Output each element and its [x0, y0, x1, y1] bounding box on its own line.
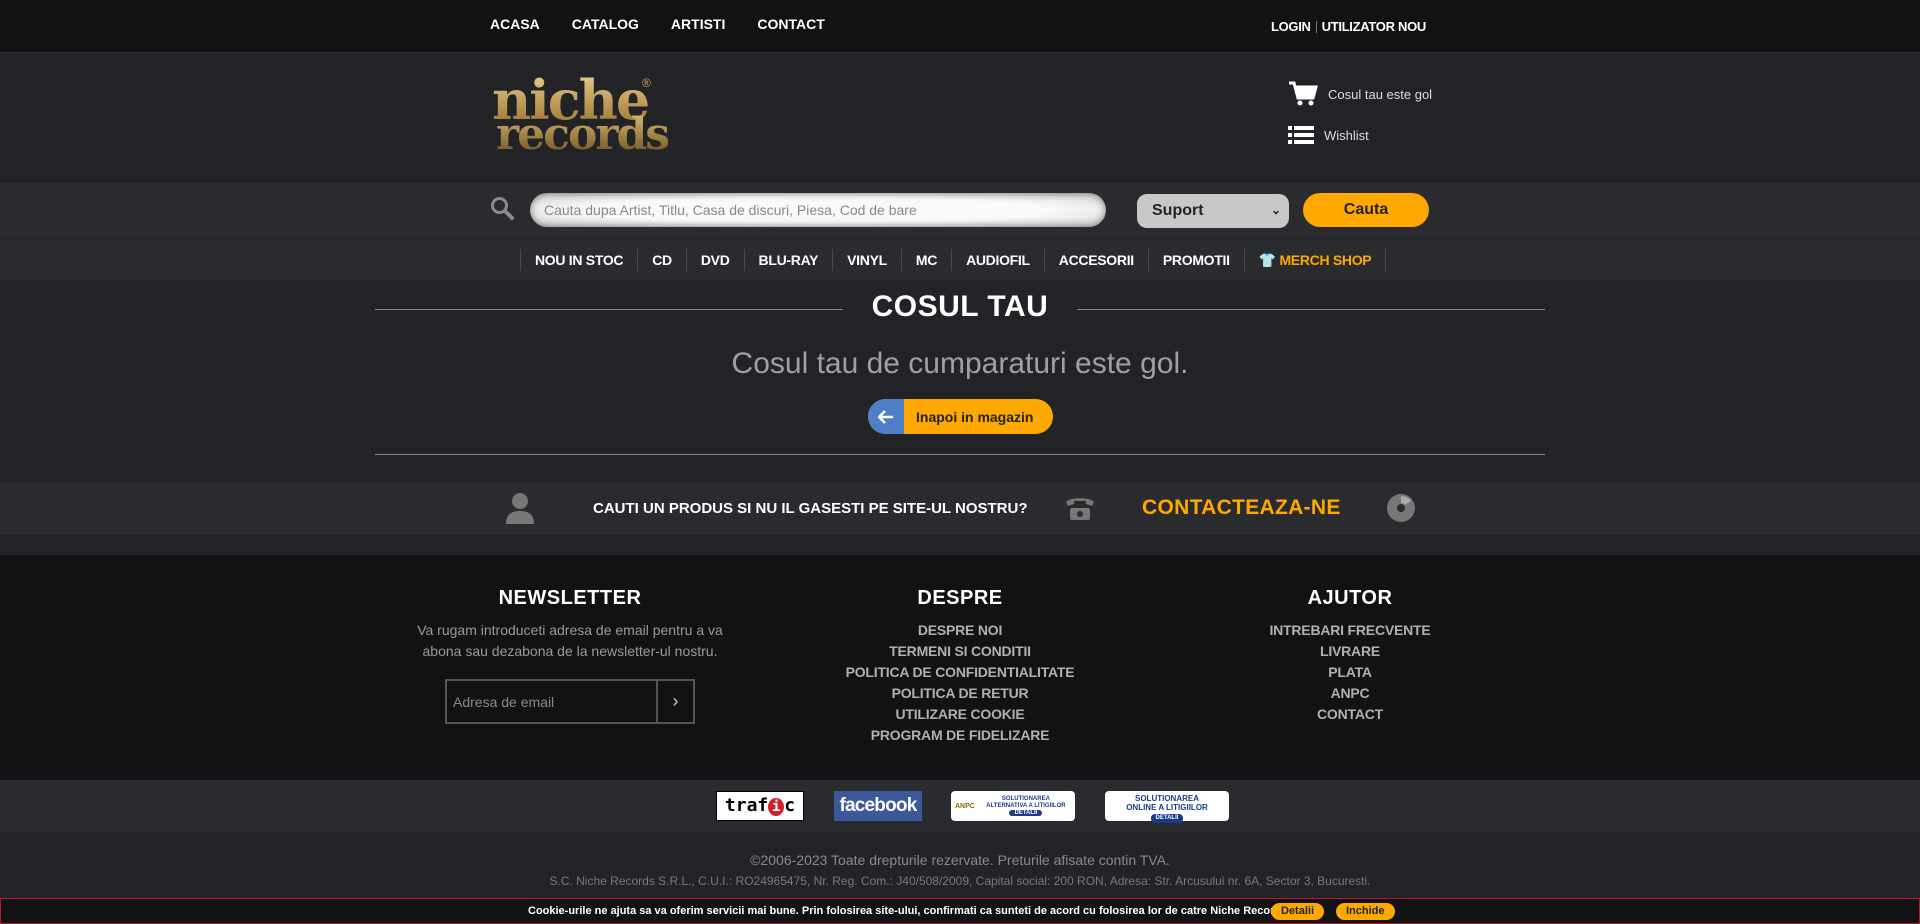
- anpc-sol-badge[interactable]: SOLUTIONAREA ONLINE A LITIGIILOR DETALII: [1105, 791, 1229, 823]
- despre-column: DESPRE DESPRE NOI TERMENI SI CONDITII PO…: [810, 587, 1110, 746]
- support-selected: Suport: [1152, 202, 1204, 219]
- trafic-badge[interactable]: traf i c: [716, 791, 804, 821]
- anpc-sal-text: SOLUTIONAREA ALTERNATIVA A LITIGIILOR: [986, 796, 1066, 809]
- list-icon: [1288, 126, 1314, 144]
- category-mc[interactable]: MC: [900, 249, 951, 271]
- footer-link-despre-noi[interactable]: DESPRE NOI: [810, 620, 1110, 641]
- anpc-sal-badge[interactable]: ANPC SOLUTIONAREA ALTERNATIVA A LITIGIIL…: [951, 791, 1075, 821]
- cookie-close-button[interactable]: Inchide: [1336, 903, 1395, 920]
- login-link[interactable]: LOGIN: [1271, 19, 1311, 34]
- back-button-label: Inapoi in magazin: [916, 408, 1034, 425]
- despre-title: DESPRE: [917, 587, 1003, 609]
- site-header: niche records ® Cosul tau este gol Wishl…: [0, 53, 1920, 183]
- cookie-text: Cookie-urile ne ajuta sa va oferim servi…: [528, 905, 1291, 917]
- anpc-sal-details: DETALII: [1009, 810, 1043, 816]
- divider: [1315, 20, 1317, 33]
- ajutor-column: AJUTOR INTREBARI FRECVENTE LIVRARE PLATA…: [1200, 587, 1500, 725]
- company-info: S.C. Niche Records S.R.L., C.U.I.: RO249…: [549, 874, 1371, 888]
- newsletter-submit-button[interactable]: ›: [656, 681, 693, 722]
- contact-question: CAUTI UN PRODUS SI NU IL GASESTI PE SITE…: [593, 500, 1028, 517]
- footer-link-plata[interactable]: PLATA: [1200, 662, 1500, 683]
- cookie-banner: Cookie-urile ne ajuta sa va oferim servi…: [0, 898, 1920, 924]
- chevron-down-icon: ⌄: [1270, 203, 1281, 217]
- anpc-logo: ANPC: [955, 802, 975, 810]
- category-blu-ray[interactable]: BLU-RAY: [743, 249, 833, 271]
- category-nav: NOU IN STOC CD DVD BLU-RAY VINYL MC AUDI…: [520, 249, 1387, 271]
- footer-link-anpc[interactable]: ANPC: [1200, 683, 1500, 704]
- cart-section: COSUL TAU Cosul tau de cumparaturi este …: [0, 280, 1920, 483]
- registered-mark: ®: [642, 76, 651, 90]
- page-title: COSUL TAU: [871, 290, 1049, 323]
- wishlist-link[interactable]: Wishlist: [1288, 125, 1369, 145]
- copyright-text: ©2006-2023 Toate drepturile rezervate. P…: [750, 852, 1170, 868]
- anpc-sol-details: DETALII: [1150, 814, 1184, 823]
- footer-link-faq[interactable]: INTREBARI FRECVENTE: [1200, 620, 1500, 641]
- footer-link-contact[interactable]: CONTACT: [1200, 704, 1500, 725]
- merch-label: MERCH SHOP: [1279, 252, 1372, 268]
- disc-icon: [1387, 494, 1415, 522]
- category-audiofil[interactable]: AUDIOFIL: [951, 249, 1044, 271]
- category-promotii[interactable]: PROMOTII: [1147, 249, 1244, 271]
- top-navigation: ACASA CATALOG ARTISTI CONTACT: [490, 16, 857, 32]
- contact-us-link[interactable]: CONTACTEAZA-NE: [1142, 496, 1341, 520]
- arrow-left-icon: [868, 399, 904, 434]
- footer-link-confidentialitate[interactable]: POLITICA DE CONFIDENTIALITATE: [810, 662, 1110, 683]
- cart-link[interactable]: Cosul tau este gol: [1288, 81, 1432, 107]
- phone-icon: [1066, 498, 1094, 520]
- tshirt-icon: 👕: [1258, 252, 1276, 268]
- copyright-section: ©2006-2023 Toate drepturile rezervate. P…: [0, 832, 1920, 898]
- trafic-text-end: c: [784, 795, 796, 816]
- nav-artisti[interactable]: ARTISTI: [671, 16, 725, 32]
- account-links: LOGIN UTILIZATOR NOU: [1271, 19, 1426, 34]
- nav-contact[interactable]: CONTACT: [757, 16, 824, 32]
- category-nou-in-stoc[interactable]: NOU IN STOC: [520, 249, 637, 271]
- trafic-text-start: traf: [724, 795, 769, 816]
- category-bar: NOU IN STOC CD DVD BLU-RAY VINYL MC AUDI…: [0, 238, 1920, 280]
- search-bar: Suport ⌄ Cauta: [0, 183, 1920, 238]
- logo-line-2: records: [496, 109, 670, 160]
- trafic-text-i: i: [768, 798, 785, 816]
- anpc-sol-text: SOLUTIONAREA ONLINE A LITIGIILOR: [1126, 794, 1208, 812]
- cart-icon: [1289, 81, 1318, 106]
- footer: NEWSLETTER Va rugam introduceti adresa d…: [0, 555, 1920, 780]
- footer-link-termeni[interactable]: TERMENI SI CONDITII: [810, 641, 1110, 662]
- section-divider: [375, 454, 1545, 455]
- search-button[interactable]: Cauta: [1303, 193, 1429, 227]
- contact-strip: CAUTI UN PRODUS SI NU IL GASESTI PE SITE…: [0, 483, 1920, 535]
- category-merch-shop[interactable]: 👕 MERCH SHOP: [1243, 249, 1387, 271]
- nav-acasa[interactable]: ACASA: [490, 16, 540, 32]
- category-accesorii[interactable]: ACCESORII: [1043, 249, 1148, 271]
- partner-badges: traf i c facebook ANPC SOLUTIONAREA ALTERN…: [0, 780, 1920, 832]
- empty-cart-message: Cosul tau de cumparaturi este gol.: [731, 347, 1189, 380]
- cookie-details-button[interactable]: Detalii: [1271, 903, 1325, 920]
- category-dvd[interactable]: DVD: [685, 249, 744, 271]
- footer-link-fidelizare[interactable]: PROGRAM DE FIDELIZARE: [810, 725, 1110, 746]
- cart-status: Cosul tau este gol: [1328, 86, 1433, 102]
- wishlist-label: Wishlist: [1324, 127, 1369, 143]
- newsletter-title: NEWSLETTER: [498, 587, 642, 609]
- logo[interactable]: niche records ®: [490, 73, 670, 163]
- newsletter-column: NEWSLETTER Va rugam introduceti adresa d…: [405, 587, 735, 662]
- facebook-badge[interactable]: facebook: [834, 791, 922, 821]
- email-field[interactable]: [447, 681, 656, 722]
- search-icon: [491, 197, 514, 220]
- register-link[interactable]: UTILIZATOR NOU: [1322, 19, 1427, 34]
- top-bar: ACASA CATALOG ARTISTI CONTACT LOGIN UTIL…: [0, 0, 1920, 53]
- category-vinyl[interactable]: VINYL: [832, 249, 901, 271]
- footer-link-cookie[interactable]: UTILIZARE COOKIE: [810, 704, 1110, 725]
- search-input[interactable]: [530, 193, 1106, 227]
- newsletter-text: Va rugam introduceti adresa de email pen…: [417, 622, 723, 659]
- user-icon: [506, 493, 534, 524]
- back-to-shop-button[interactable]: Inapoi in magazin: [868, 399, 1053, 434]
- category-cd[interactable]: CD: [637, 249, 686, 271]
- footer-link-retur[interactable]: POLITICA DE RETUR: [810, 683, 1110, 704]
- newsletter-form: ›: [445, 679, 695, 724]
- nav-catalog[interactable]: CATALOG: [572, 16, 639, 32]
- footer-link-livrare[interactable]: LIVRARE: [1200, 641, 1500, 662]
- ajutor-title: AJUTOR: [1307, 587, 1393, 609]
- support-select[interactable]: Suport ⌄: [1137, 194, 1289, 228]
- anpc-sal-content: SOLUTIONAREA ALTERNATIVA A LITIGIILOR DE…: [981, 796, 1071, 816]
